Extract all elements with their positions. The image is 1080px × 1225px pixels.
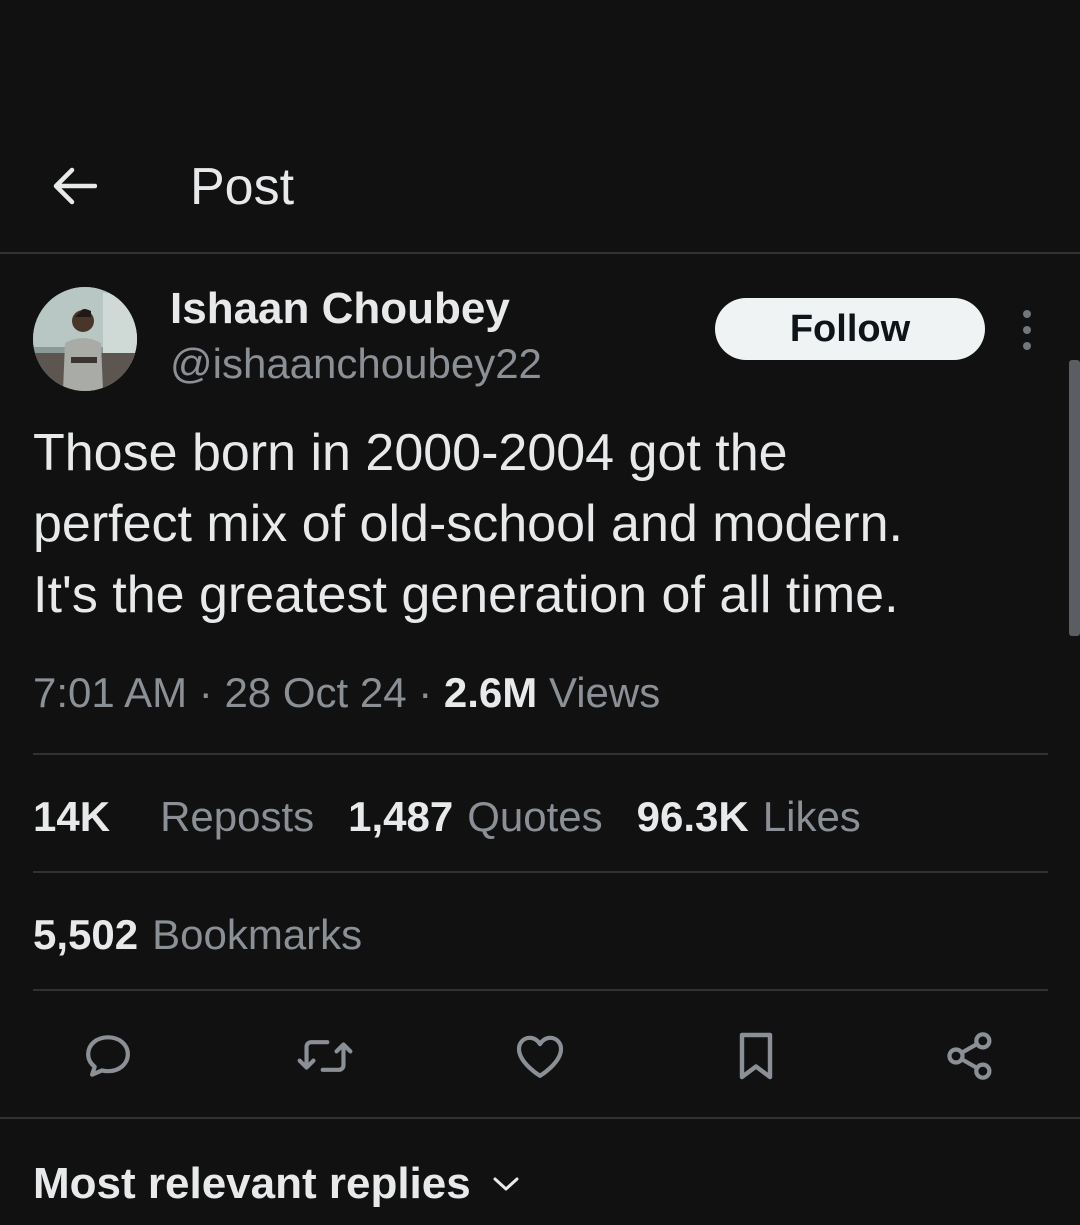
bookmarks-count: 5,502 [33, 911, 139, 958]
replies-sort-label: Most relevant replies [33, 1159, 471, 1208]
reposts-label: Reposts [160, 793, 315, 840]
divider [33, 989, 1048, 991]
quotes-stat[interactable]: 1,487 Quotes [348, 788, 603, 846]
bookmarks-stat[interactable]: 5,502 Bookmarks [33, 906, 362, 964]
reposts-stat[interactable]: 14K Reposts [33, 788, 314, 846]
post-page: Post Ishaan Choubey @ishaanchoubey22 Fol… [0, 0, 1080, 1225]
views-label[interactable]: Views [549, 669, 660, 716]
arrow-left-icon [53, 167, 97, 205]
post-text: Those born in 2000-2004 got the perfect … [33, 424, 903, 624]
post-date[interactable]: 28 Oct 24 [224, 669, 406, 716]
meta-separator: · [418, 669, 433, 716]
post-meta: 7:01 AM · 28 Oct 24 · 2.6M Views [33, 664, 660, 722]
quotes-count: 1,487 [348, 793, 454, 840]
post-time: 7:01 AM [33, 669, 188, 716]
replies-sort-dropdown[interactable]: Most relevant replies [33, 1155, 521, 1213]
more-dot [1023, 326, 1031, 334]
share-button[interactable] [940, 1026, 1000, 1086]
share-icon [947, 1032, 992, 1080]
likes-stat[interactable]: 96.3K Likes [637, 788, 861, 846]
bookmarks-label: Bookmarks [152, 911, 363, 958]
divider [33, 871, 1048, 873]
top-app-bar: Post [0, 0, 1080, 254]
more-options-button[interactable] [1010, 306, 1044, 354]
more-dot [1023, 342, 1031, 350]
repost-icon [297, 1040, 353, 1072]
author-handle[interactable]: @ishaanchoubey22 [170, 338, 542, 390]
follow-button[interactable]: Follow [715, 298, 985, 360]
engagement-stats: 14K Reposts 1,487 Quotes 96.3K Likes [33, 788, 895, 846]
likes-count: 96.3K [636, 793, 749, 840]
author-name[interactable]: Ishaan Choubey [170, 283, 510, 335]
page-title: Post [190, 158, 295, 216]
chevron-down-icon [491, 1174, 521, 1194]
divider [33, 753, 1048, 755]
avatar-photo [33, 287, 137, 391]
reply-icon [86, 1035, 130, 1077]
likes-label: Likes [762, 793, 861, 840]
bookmark-button[interactable] [726, 1026, 786, 1086]
views-count[interactable]: 2.6M [444, 669, 537, 716]
avatar[interactable] [33, 287, 137, 391]
reply-button[interactable] [78, 1026, 138, 1086]
reposts-count: 14K [33, 793, 111, 840]
back-button[interactable] [46, 158, 102, 214]
meta-separator: · [198, 669, 213, 716]
quotes-label: Quotes [467, 793, 603, 840]
like-button[interactable] [510, 1026, 570, 1086]
divider [0, 1117, 1080, 1119]
repost-button[interactable] [295, 1026, 355, 1086]
more-vertical-icon [1023, 310, 1031, 318]
bookmark-icon [739, 1032, 773, 1080]
scrollbar-thumb[interactable] [1069, 360, 1080, 636]
like-icon [516, 1035, 564, 1078]
